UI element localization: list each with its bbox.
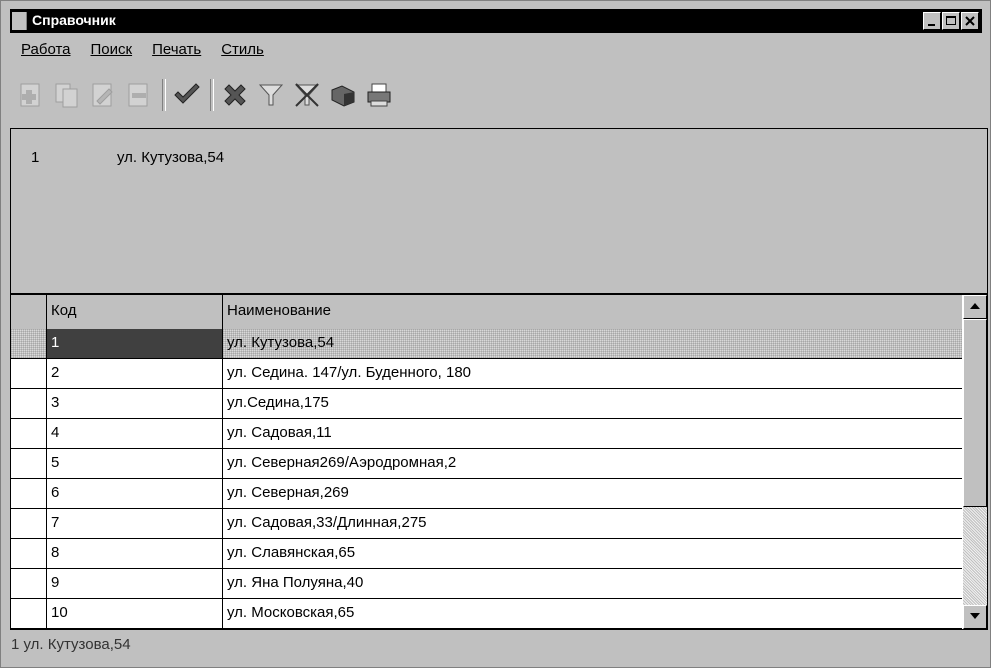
scrollbar-thumb[interactable] bbox=[963, 319, 987, 507]
toolbar-separator bbox=[162, 79, 166, 111]
code-column-header[interactable]: Код bbox=[47, 295, 223, 329]
clear-filter-button[interactable] bbox=[290, 78, 324, 112]
row-indicator[interactable] bbox=[11, 449, 47, 478]
menu-work[interactable]: Работа bbox=[21, 41, 71, 65]
table-row[interactable]: 8 ул. Славянская,65 bbox=[11, 539, 962, 569]
table-row[interactable]: 1 ул. Кутузова,54 bbox=[11, 329, 962, 359]
name-cell[interactable]: ул. Садовая,33/Длинная,275 bbox=[223, 509, 962, 538]
name-cell[interactable]: ул. Московская,65 bbox=[223, 599, 962, 628]
table-row[interactable]: 9 ул. Яна Полуяна,40 bbox=[11, 569, 962, 599]
code-cell[interactable]: 4 bbox=[47, 419, 223, 448]
menu-search[interactable]: Поиск bbox=[91, 41, 133, 65]
delete-record-button[interactable] bbox=[122, 78, 156, 112]
toolbar bbox=[10, 73, 988, 117]
row-indicator[interactable] bbox=[11, 389, 47, 418]
code-cell[interactable]: 3 bbox=[47, 389, 223, 418]
row-indicator[interactable] bbox=[11, 479, 47, 508]
table-row[interactable]: 2 ул. Седина. 147/ул. Буденного, 180 bbox=[11, 359, 962, 389]
name-cell[interactable]: ул. Северная269/Аэродромная,2 bbox=[223, 449, 962, 478]
code-cell[interactable]: 2 bbox=[47, 359, 223, 388]
table-row[interactable]: 6 ул. Северная,269 bbox=[11, 479, 962, 509]
table-row[interactable]: 10 ул. Московская,65 bbox=[11, 599, 962, 629]
delete-record-icon bbox=[128, 83, 148, 107]
export-button[interactable] bbox=[326, 78, 360, 112]
detail-code: 1 bbox=[31, 149, 40, 166]
name-cell[interactable]: ул. Яна Полуяна,40 bbox=[223, 569, 962, 598]
row-indicator[interactable] bbox=[11, 569, 47, 598]
name-cell[interactable]: ул.Седина,175 bbox=[223, 389, 962, 418]
name-column-header[interactable]: Наименование bbox=[223, 295, 962, 329]
print-icon bbox=[367, 83, 391, 107]
row-indicator[interactable] bbox=[11, 539, 47, 568]
records-grid[interactable]: Код Наименование 1 ул. Кутузова,54 2 ул. Се… bbox=[10, 294, 988, 630]
maximize-button[interactable] bbox=[942, 12, 960, 30]
cancel-button[interactable] bbox=[218, 78, 252, 112]
edit-record-icon bbox=[92, 83, 113, 107]
menu-print[interactable]: Печать bbox=[152, 41, 201, 65]
confirm-button[interactable] bbox=[170, 78, 204, 112]
close-icon bbox=[965, 16, 975, 26]
code-cell[interactable]: 10 bbox=[47, 599, 223, 628]
name-cell[interactable]: ул. Северная,269 bbox=[223, 479, 962, 508]
code-cell[interactable]: 5 bbox=[47, 449, 223, 478]
row-indicator[interactable] bbox=[11, 509, 47, 538]
add-record-icon bbox=[20, 83, 40, 107]
reference-window: Справочник Работа Поиск Печать Стиль 1 у… bbox=[0, 0, 991, 668]
cancel-x-icon bbox=[224, 84, 246, 106]
confirm-check-icon bbox=[174, 83, 200, 104]
close-button[interactable] bbox=[961, 12, 979, 30]
scroll-up-button[interactable] bbox=[963, 295, 987, 319]
detail-name: ул. Кутузова,54 bbox=[117, 149, 225, 166]
row-indicator[interactable] bbox=[11, 419, 47, 448]
filter-button[interactable] bbox=[254, 78, 288, 112]
grid-header: Код Наименование bbox=[11, 295, 962, 330]
table-row[interactable]: 4 ул. Садовая,11 bbox=[11, 419, 962, 449]
arrow-up-icon bbox=[970, 303, 980, 309]
row-indicator[interactable] bbox=[11, 599, 47, 628]
table-row[interactable]: 5 ул. Северная269/Аэродромная,2 bbox=[11, 449, 962, 479]
copy-record-button[interactable] bbox=[50, 78, 84, 112]
menu-bar: Работа Поиск Печать Стиль bbox=[21, 41, 264, 65]
edit-record-button[interactable] bbox=[86, 78, 120, 112]
row-indicator[interactable] bbox=[11, 329, 47, 358]
add-record-button[interactable] bbox=[14, 78, 48, 112]
record-detail-panel: 1 ул. Кутузова,54 bbox=[10, 128, 988, 294]
code-cell[interactable]: 8 bbox=[47, 539, 223, 568]
name-cell[interactable]: ул. Славянская,65 bbox=[223, 539, 962, 568]
arrow-down-icon bbox=[970, 613, 980, 619]
table-row[interactable]: 3 ул.Седина,175 bbox=[11, 389, 962, 419]
code-cell[interactable]: 9 bbox=[47, 569, 223, 598]
name-cell[interactable]: ул. Седина. 147/ул. Буденного, 180 bbox=[223, 359, 962, 388]
window-title: Справочник bbox=[32, 12, 116, 28]
app-icon[interactable] bbox=[12, 12, 27, 30]
scroll-down-button[interactable] bbox=[963, 605, 987, 629]
vertical-scrollbar[interactable] bbox=[963, 295, 987, 629]
name-cell[interactable]: ул. Садовая,11 bbox=[223, 419, 962, 448]
name-cell[interactable]: ул. Кутузова,54 bbox=[223, 329, 962, 358]
title-bar[interactable]: Справочник bbox=[10, 9, 982, 33]
code-cell[interactable]: 1 bbox=[47, 329, 223, 358]
menu-style[interactable]: Стиль bbox=[221, 41, 264, 65]
status-text: 1 ул. Кутузова,54 bbox=[11, 636, 131, 653]
toolbar-separator bbox=[210, 79, 214, 111]
code-cell[interactable]: 6 bbox=[47, 479, 223, 508]
row-indicator[interactable] bbox=[11, 359, 47, 388]
clear-filter-icon bbox=[294, 83, 320, 107]
export-icon bbox=[331, 85, 355, 107]
code-cell[interactable]: 7 bbox=[47, 509, 223, 538]
indicator-header bbox=[11, 295, 47, 329]
filter-icon bbox=[258, 84, 284, 106]
minimize-button[interactable] bbox=[923, 12, 941, 30]
status-bar: 1 ул. Кутузова,54 bbox=[10, 633, 988, 661]
copy-record-icon bbox=[55, 83, 78, 108]
table-row[interactable]: 7 ул. Садовая,33/Длинная,275 bbox=[11, 509, 962, 539]
print-button[interactable] bbox=[362, 78, 396, 112]
